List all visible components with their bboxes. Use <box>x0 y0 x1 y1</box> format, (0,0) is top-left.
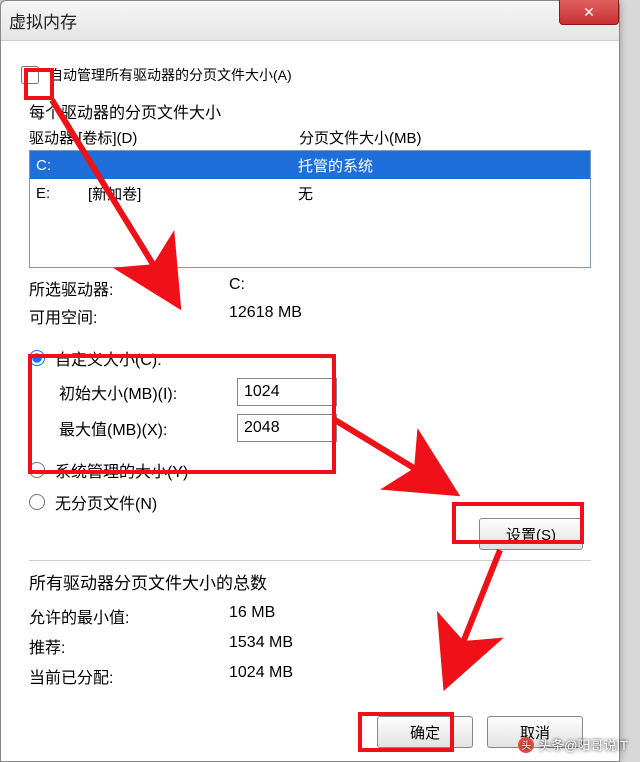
recommended-label: 推荐: <box>29 634 229 664</box>
current-value: 1024 MB <box>229 664 293 694</box>
watermark-icon: 头 <box>518 737 534 753</box>
col-drive-label: 驱动器 [卷标](D) <box>29 127 299 148</box>
recommended-value: 1534 MB <box>229 634 293 664</box>
free-space-label: 可用空间: <box>29 304 229 328</box>
min-allowed-label: 允许的最小值: <box>29 604 229 634</box>
drive-row[interactable]: C: 托管的系统 <box>30 151 590 179</box>
auto-manage-checkbox[interactable] <box>21 66 39 84</box>
drive-letter: C: <box>36 157 88 174</box>
no-paging-radio[interactable] <box>29 494 45 510</box>
set-button-row: 设置(S) <box>19 518 583 550</box>
free-space-value: 12618 MB <box>229 304 302 328</box>
watermark-text: 头条@阳哥说IT <box>538 735 628 754</box>
initial-size-input[interactable] <box>237 378 337 406</box>
system-managed-radio[interactable] <box>29 462 45 478</box>
min-allowed-row: 允许的最小值: 16 MB <box>29 604 601 634</box>
drive-row[interactable]: E: [新加卷] 无 <box>30 179 590 207</box>
totals-label: 所有驱动器分页文件大小的总数 <box>29 569 601 594</box>
selected-drive-value: C: <box>229 276 245 300</box>
no-paging-label: 无分页文件(N) <box>55 490 157 514</box>
custom-size-label: 自定义大小(C): <box>55 346 162 370</box>
auto-manage-label: 自动管理所有驱动器的分页文件大小(A) <box>49 65 292 85</box>
window-title: 虚拟内存 <box>9 8 77 33</box>
per-drive-label: 每个驱动器的分页文件大小 <box>29 99 601 123</box>
drive-paging: 托管的系统 <box>298 155 373 176</box>
size-options: 自定义大小(C): 初始大小(MB)(I): 最大值(MB)(X): 系统管理的… <box>29 342 601 518</box>
system-managed-label: 系统管理的大小(Y) <box>55 458 188 482</box>
custom-size-radio-row[interactable]: 自定义大小(C): <box>29 342 601 374</box>
virtual-memory-dialog: 虚拟内存 自动管理所有驱动器的分页文件大小(A) 每个驱动器的分页文件大小 驱动… <box>0 0 620 762</box>
max-size-label: 最大值(MB)(X): <box>59 416 237 440</box>
watermark: 头 头条@阳哥说IT <box>518 735 628 754</box>
selected-drive-row: 所选驱动器: C: <box>29 276 601 300</box>
selected-drive-label: 所选驱动器: <box>29 276 229 300</box>
divider <box>29 560 591 561</box>
set-button[interactable]: 设置(S) <box>479 518 583 550</box>
no-paging-radio-row[interactable]: 无分页文件(N) <box>29 486 601 518</box>
drive-paging: 无 <box>298 183 313 204</box>
ok-button[interactable]: 确定 <box>377 716 473 748</box>
max-size-row: 最大值(MB)(X): <box>59 410 601 446</box>
auto-manage-checkbox-row[interactable]: 自动管理所有驱动器的分页文件大小(A) <box>19 61 601 89</box>
min-allowed-value: 16 MB <box>229 604 275 634</box>
free-space-row: 可用空间: 12618 MB <box>29 304 601 328</box>
initial-size-row: 初始大小(MB)(I): <box>59 374 601 410</box>
titlebar[interactable]: 虚拟内存 <box>1 1 619 41</box>
custom-size-radio[interactable] <box>29 350 45 366</box>
drive-volume: [新加卷] <box>88 183 298 204</box>
button-bar: 确定 取消 <box>19 716 583 748</box>
close-button[interactable] <box>559 0 619 25</box>
content-area: 自动管理所有驱动器的分页文件大小(A) 每个驱动器的分页文件大小 驱动器 [卷标… <box>1 41 619 748</box>
system-managed-radio-row[interactable]: 系统管理的大小(Y) <box>29 454 601 486</box>
drive-list[interactable]: C: 托管的系统 E: [新加卷] 无 <box>29 150 591 268</box>
col-paging-label: 分页文件大小(MB) <box>299 127 422 148</box>
initial-size-label: 初始大小(MB)(I): <box>59 380 237 404</box>
column-headers: 驱动器 [卷标](D) 分页文件大小(MB) <box>29 127 601 148</box>
drive-letter: E: <box>36 185 88 202</box>
recommended-row: 推荐: 1534 MB <box>29 634 601 664</box>
current-label: 当前已分配: <box>29 664 229 694</box>
current-row: 当前已分配: 1024 MB <box>29 664 601 694</box>
max-size-input[interactable] <box>237 414 337 442</box>
